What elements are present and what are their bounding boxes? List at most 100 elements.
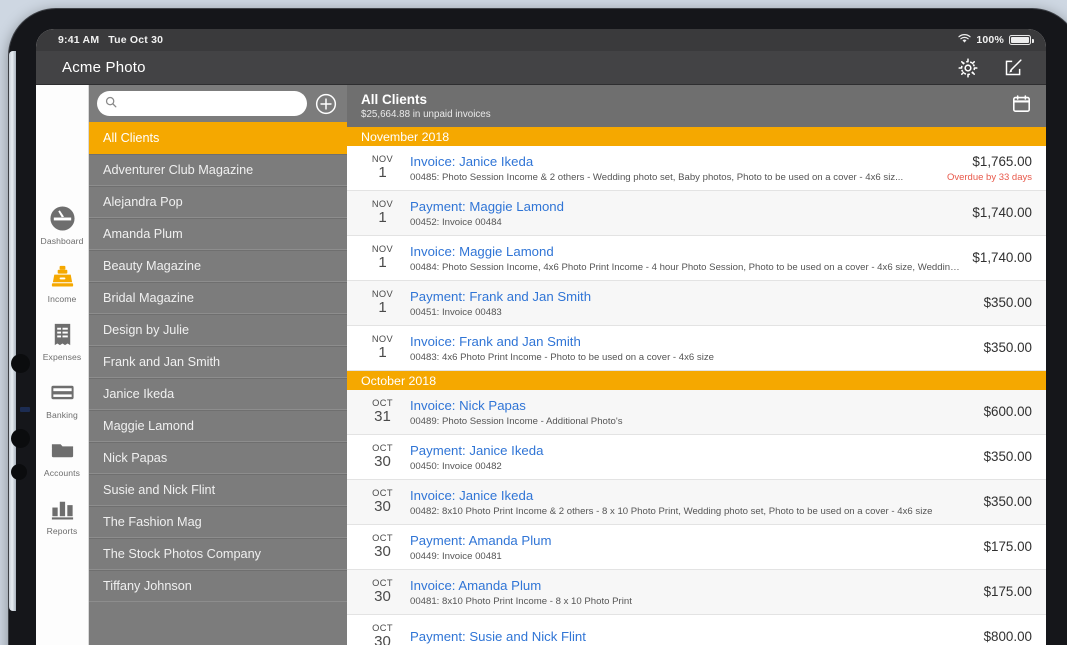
sidebar-item-income[interactable]: Income [36,262,89,304]
client-list-item[interactable]: Beauty Magazine [89,250,347,282]
transaction-right: $600.00 [972,402,1032,421]
gear-icon[interactable] [957,57,979,79]
transaction-row[interactable]: NOV1Payment: Maggie Lamond00452: Invoice… [347,191,1046,236]
transaction-description: 00484: Photo Session Income, 4x6 Photo P… [410,261,960,274]
sidebar-item-dashboard[interactable]: Dashboard [36,204,89,246]
transaction-row[interactable]: NOV1Payment: Frank and Jan Smith00451: I… [347,281,1046,326]
sidebar-item-reports[interactable]: Reports [36,494,89,536]
client-list-item-label: Bridal Magazine [103,291,194,305]
transaction-row[interactable]: OCT30Invoice: Amanda Plum00481: 8x10 Pho… [347,570,1046,615]
sidebar-label-dashboard: Dashboard [41,236,84,246]
transaction-title[interactable]: Payment: Maggie Lamond [410,197,960,216]
month-group-header: October 2018 [347,371,1046,390]
transaction-day: 1 [359,210,406,226]
calendar-icon[interactable] [1011,93,1032,119]
client-list-item[interactable]: Maggie Lamond [89,410,347,442]
client-list-panel: All Clients Adventurer Club Magazine Aleja… [89,85,347,645]
search-bar [89,85,347,122]
unpaid-invoices-summary: $25,664.88 in unpaid invoices [361,109,491,122]
transaction-amount: $800.00 [984,627,1032,645]
plus-circle-icon[interactable] [315,93,337,115]
transaction-overdue-badge: Overdue by 33 days [947,171,1032,184]
nav-rail: Dashboard Income [36,85,89,645]
title-bar-actions [957,57,1046,79]
client-list-item[interactable]: Amanda Plum [89,218,347,250]
transaction-row[interactable]: OCT30Payment: Janice Ikeda00450: Invoice… [347,435,1046,480]
client-list-item[interactable]: Bridal Magazine [89,282,347,314]
transaction-title[interactable]: Invoice: Janice Ikeda [410,486,972,505]
transaction-description: 00489: Photo Session Income - Additional… [410,415,972,428]
client-list-item[interactable]: Susie and Nick Flint [89,474,347,506]
transaction-main: Payment: Janice Ikeda00450: Invoice 0048… [406,441,972,474]
status-bar: 9:41 AM Tue Oct 30 100% [36,29,1046,51]
transaction-date: NOV1 [359,245,406,271]
transaction-main: Invoice: Janice Ikeda00485: Photo Sessio… [406,152,935,185]
status-bar-left: 9:41 AM Tue Oct 30 [36,34,163,46]
transaction-right: $1,765.00Overdue by 33 days [935,152,1032,185]
transaction-title[interactable]: Invoice: Nick Papas [410,396,972,415]
sidebar-item-expenses[interactable]: Expenses [36,320,89,362]
client-list-item[interactable]: Adventurer Club Magazine [89,154,347,186]
transaction-title[interactable]: Invoice: Amanda Plum [410,576,972,595]
transaction-amount: $175.00 [984,582,1032,601]
client-list-item-label: Adventurer Club Magazine [103,163,253,177]
transaction-right: $1,740.00 [960,203,1032,222]
transaction-row[interactable]: OCT31Invoice: Nick Papas00489: Photo Ses… [347,390,1046,435]
client-list-item-label: Tiffany Johnson [103,579,192,593]
client-list-item-label: Beauty Magazine [103,259,201,273]
transaction-title[interactable]: Payment: Amanda Plum [410,531,972,550]
client-list-item[interactable]: The Fashion Mag [89,506,347,538]
transaction-row[interactable]: NOV1Invoice: Janice Ikeda00485: Photo Se… [347,146,1046,191]
client-list-item[interactable]: Alejandra Pop [89,186,347,218]
client-list-scroll[interactable]: All Clients Adventurer Club Magazine Aleja… [89,122,347,645]
transaction-title[interactable]: Invoice: Frank and Jan Smith [410,332,972,351]
transaction-right: $175.00 [972,537,1032,556]
transaction-main: Payment: Susie and Nick Flint [406,627,972,645]
client-list-item[interactable]: Janice Ikeda [89,378,347,410]
transaction-main: Invoice: Maggie Lamond00484: Photo Sessi… [406,242,960,275]
search-box[interactable] [97,91,307,116]
device-button-bottom[interactable] [11,464,27,480]
transaction-row[interactable]: NOV1Invoice: Maggie Lamond00484: Photo S… [347,236,1046,281]
sidebar-item-banking[interactable]: Banking [36,378,89,420]
transaction-title[interactable]: Invoice: Maggie Lamond [410,242,960,261]
month-group-header: November 2018 [347,127,1046,146]
transaction-title[interactable]: Payment: Janice Ikeda [410,441,972,460]
transaction-title[interactable]: Payment: Frank and Jan Smith [410,287,972,306]
transaction-main: Invoice: Amanda Plum00481: 8x10 Photo Pr… [406,576,972,609]
transaction-right: $800.00 [972,627,1032,645]
search-input[interactable] [122,97,299,111]
dashboard-gauge-icon [49,204,76,234]
transaction-day: 30 [359,499,406,515]
transaction-title[interactable]: Payment: Susie and Nick Flint [410,627,972,645]
transaction-main: Invoice: Frank and Jan Smith00483: 4x6 P… [406,332,972,365]
transaction-date: OCT30 [359,444,406,470]
transaction-row[interactable]: OCT30Payment: Susie and Nick Flint$800.0… [347,615,1046,645]
status-time: 9:41 AM [58,34,99,46]
wifi-icon [958,34,971,47]
device-button-middle[interactable] [11,429,30,448]
transaction-title[interactable]: Invoice: Janice Ikeda [410,152,935,171]
transaction-row[interactable]: OCT30Payment: Amanda Plum00449: Invoice … [347,525,1046,570]
transactions-scroll[interactable]: November 2018NOV1Invoice: Janice Ikeda00… [347,127,1046,645]
sidebar-item-accounts[interactable]: Accounts [36,436,89,478]
sidebar-label-expenses: Expenses [43,352,82,362]
transaction-description: 00481: 8x10 Photo Print Income - 8 x 10 … [410,595,972,608]
client-list-item-label: The Fashion Mag [103,515,202,529]
transaction-description: 00482: 8x10 Photo Print Income & 2 other… [410,505,972,518]
client-list-item[interactable]: Nick Papas [89,442,347,474]
transaction-row[interactable]: OCT30Invoice: Janice Ikeda00482: 8x10 Ph… [347,480,1046,525]
transaction-row[interactable]: NOV1Invoice: Frank and Jan Smith00483: 4… [347,326,1046,371]
client-list-item-label: Design by Julie [103,323,189,337]
client-list-item[interactable]: The Stock Photos Company [89,538,347,570]
client-list-item[interactable]: Tiffany Johnson [89,570,347,602]
transaction-day: 31 [359,409,406,425]
app-body: Dashboard Income [36,85,1046,645]
device-button-top[interactable] [11,354,30,373]
client-list-item-label: Amanda Plum [103,227,183,241]
client-list-item[interactable]: Design by Julie [89,314,347,346]
transaction-date: NOV1 [359,155,406,181]
client-list-item[interactable]: Frank and Jan Smith [89,346,347,378]
compose-icon[interactable] [1003,57,1024,78]
client-list-item[interactable]: All Clients [89,122,347,154]
